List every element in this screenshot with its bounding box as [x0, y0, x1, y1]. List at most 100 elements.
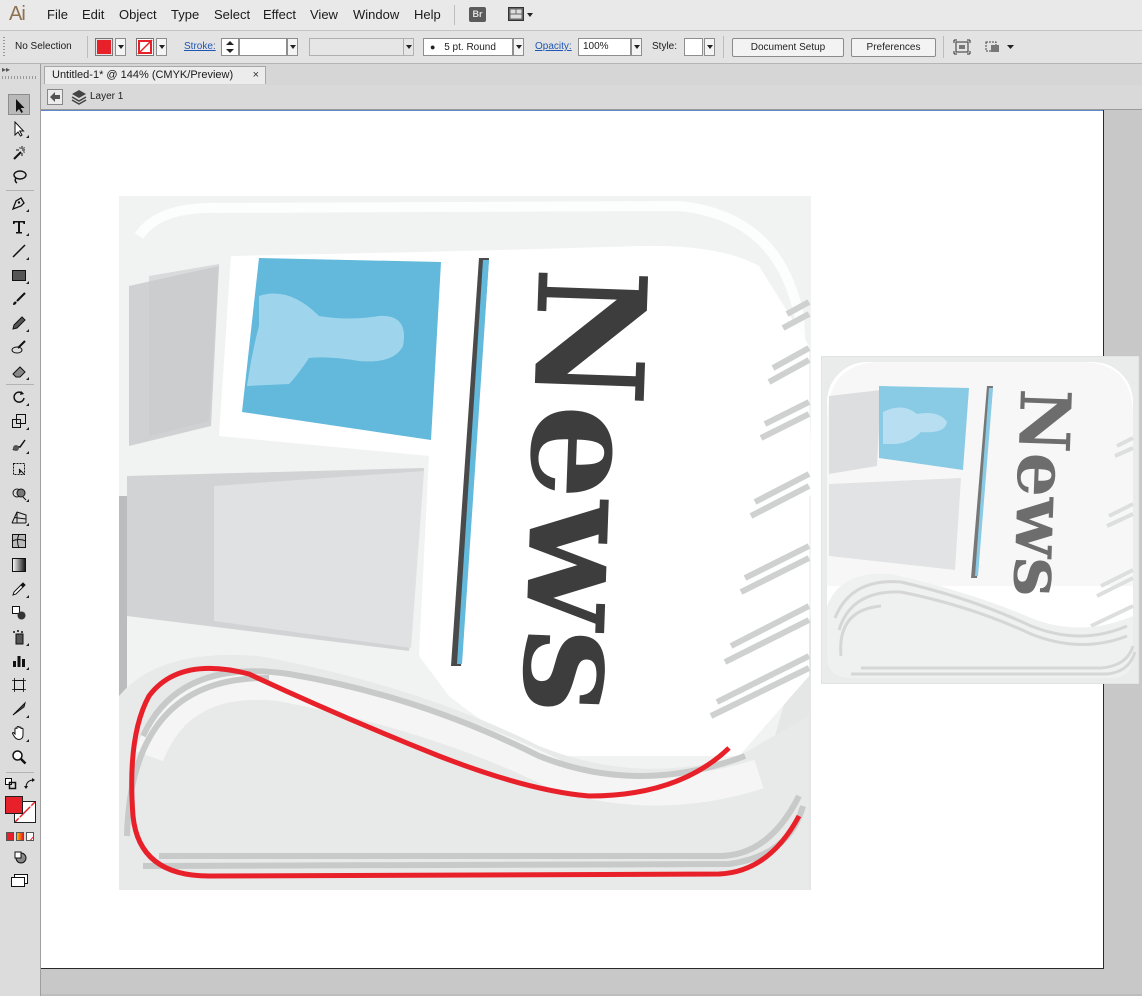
artboard[interactable]: News News: [41, 110, 1140, 969]
document-setup-button[interactable]: Document Setup: [732, 38, 844, 57]
selection-tool[interactable]: [8, 94, 30, 115]
eraser-tool[interactable]: [8, 360, 30, 381]
symbol-sprayer-tool[interactable]: [8, 626, 30, 647]
variable-width-profile[interactable]: [309, 38, 405, 56]
opacity-dropdown[interactable]: [631, 38, 642, 56]
bridge-button[interactable]: Br: [469, 7, 486, 22]
menu-effect[interactable]: Effect: [263, 7, 296, 22]
stroke-dropdown[interactable]: [156, 38, 167, 56]
mesh-tool[interactable]: [8, 530, 30, 551]
brush-definition[interactable]: ● 5 pt. Round: [423, 38, 513, 56]
blob-brush-tool[interactable]: [8, 336, 30, 357]
menu-edit[interactable]: Edit: [82, 7, 104, 22]
document-tab[interactable]: Untitled-1* @ 144% (CMYK/Preview) ×: [44, 66, 266, 84]
direct-selection-tool[interactable]: [8, 118, 30, 139]
gradient-tool[interactable]: [8, 554, 30, 575]
color-mode-buttons: [6, 832, 34, 841]
tools-panel-drag-bar[interactable]: [2, 76, 38, 79]
fill-dropdown[interactable]: [115, 38, 126, 56]
eyedropper-tool-icon: [12, 582, 26, 596]
graphic-style-swatch[interactable]: [684, 38, 703, 56]
preferences-button[interactable]: Preferences: [851, 38, 936, 57]
hand-tool[interactable]: [8, 722, 30, 743]
selection-status: No Selection: [15, 41, 72, 52]
shape-builder-tool[interactable]: [8, 482, 30, 503]
pencil-tool[interactable]: [8, 312, 30, 333]
opacity-input[interactable]: 100%: [578, 38, 631, 56]
rectangle-tool[interactable]: [8, 264, 30, 285]
newspaper-icon-artwork-small[interactable]: News: [821, 356, 1141, 684]
tools-divider: [6, 772, 34, 773]
type-tool[interactable]: [8, 216, 30, 237]
drawing-mode-button[interactable]: [13, 850, 27, 864]
free-transform-tool[interactable]: [8, 458, 30, 479]
column-graph-tool[interactable]: [8, 650, 30, 671]
free-transform-tool-icon: [13, 463, 25, 475]
tools-panel-grip[interactable]: ▸▸: [2, 66, 38, 74]
slice-tool-icon: [12, 701, 26, 716]
panel-menu-button[interactable]: [985, 39, 1017, 55]
stroke-weight-dropdown[interactable]: [287, 38, 298, 56]
blend-tool[interactable]: [8, 602, 30, 623]
default-fill-stroke-button[interactable]: [5, 778, 17, 790]
menu-help[interactable]: Help: [414, 7, 441, 22]
brush-dropdown[interactable]: [513, 38, 524, 56]
line-tool[interactable]: [8, 240, 30, 261]
eyedropper-tool[interactable]: [8, 578, 30, 599]
gradient-button[interactable]: [16, 832, 24, 841]
magic-wand-tool[interactable]: [8, 142, 30, 163]
magic-wand-tool-icon: [13, 146, 25, 160]
stroke-weight-stepper[interactable]: [221, 38, 239, 56]
draw-normal-icon: [14, 851, 27, 864]
layer-name: Layer 1: [90, 91, 124, 102]
screen-mode-button[interactable]: [10, 873, 30, 887]
menu-window[interactable]: Window: [353, 7, 399, 22]
masthead-text: News: [487, 265, 678, 717]
canvas-area[interactable]: News News: [41, 110, 1142, 994]
lasso-tool[interactable]: [8, 166, 30, 187]
isolate-selected-button[interactable]: [953, 39, 971, 55]
perspective-grid-tool[interactable]: [8, 506, 30, 527]
scale-tool-icon: [12, 414, 26, 428]
warp-tool[interactable]: [8, 434, 30, 455]
none-button[interactable]: [26, 832, 34, 841]
variable-width-dropdown[interactable]: [403, 38, 414, 56]
blend-tool-icon: [12, 606, 26, 620]
menu-type[interactable]: Type: [171, 7, 199, 22]
rectangle-tool-icon: [12, 270, 26, 281]
none-icon: [29, 836, 33, 840]
menu-divider: [454, 5, 455, 25]
graphic-style-dropdown[interactable]: [704, 38, 715, 56]
color-button[interactable]: [6, 832, 14, 841]
artboard-tool-icon: [12, 678, 26, 692]
rotate-tool[interactable]: [8, 386, 30, 407]
newspaper-icon-artwork-large[interactable]: News: [119, 196, 813, 890]
pen-tool[interactable]: [8, 192, 30, 213]
paintbrush-tool-icon: [13, 292, 26, 305]
arrange-documents-button[interactable]: [508, 7, 536, 23]
gradient-tool-icon: [12, 558, 26, 572]
stroke-label[interactable]: Stroke:: [184, 41, 216, 52]
slice-tool[interactable]: [8, 698, 30, 719]
artboard-tool[interactable]: [8, 674, 30, 695]
stroke-weight-input[interactable]: [239, 38, 287, 56]
scale-tool[interactable]: [8, 410, 30, 431]
rotate-tool-icon: [13, 391, 25, 403]
opacity-label[interactable]: Opacity:: [535, 41, 572, 52]
fill-swatch-large[interactable]: [5, 796, 23, 814]
zoom-tool[interactable]: [8, 746, 30, 767]
menu-select[interactable]: Select: [214, 7, 250, 22]
menu-file[interactable]: File: [47, 7, 68, 22]
control-bar-grip[interactable]: [3, 37, 5, 57]
fill-color-swatch[interactable]: [95, 38, 113, 56]
fill-color-chip: [97, 40, 111, 54]
stroke-color-swatch[interactable]: [136, 38, 154, 56]
back-arrow-icon[interactable]: [47, 89, 63, 105]
menu-view[interactable]: View: [310, 7, 338, 22]
isolation-breadcrumb: Layer 1: [41, 85, 1142, 110]
close-tab-icon[interactable]: ×: [253, 69, 259, 81]
tools-divider: [6, 384, 34, 385]
paintbrush-tool[interactable]: [8, 288, 30, 309]
menu-object[interactable]: Object: [119, 7, 157, 22]
swap-fill-stroke-button[interactable]: [24, 778, 36, 790]
